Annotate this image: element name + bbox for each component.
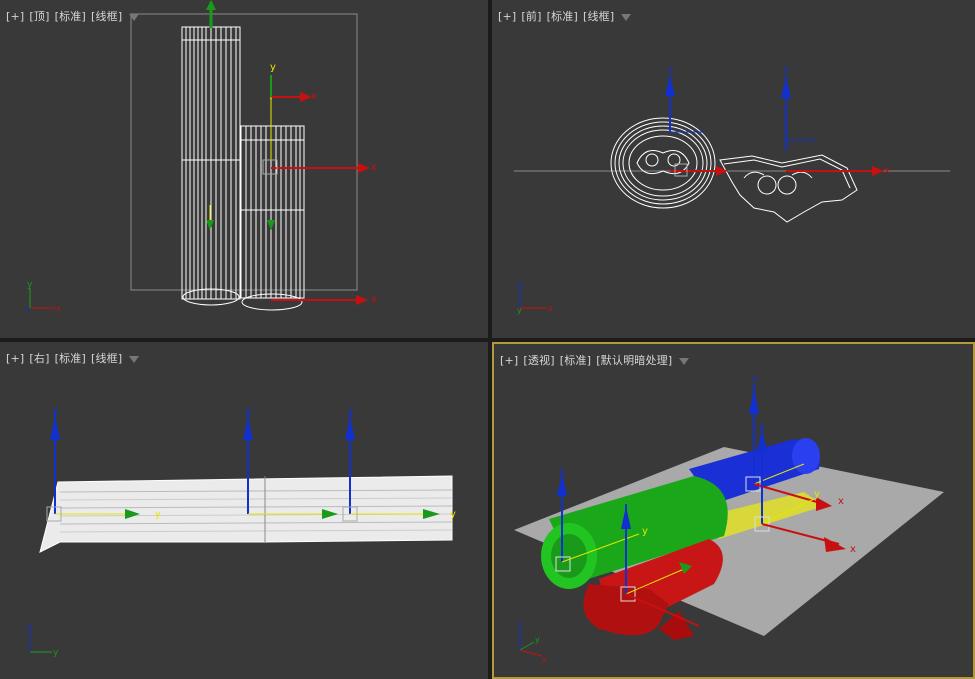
svg-text:y: y xyxy=(517,306,522,315)
viewport-label-top: [+] [顶] [标准] [线框] xyxy=(6,8,144,24)
top-scene: y x x x y z x xyxy=(25,0,377,314)
axis-tripod-front: z y x xyxy=(517,280,553,315)
svg-text:x: x xyxy=(371,162,377,173)
viewport-mode-label[interactable]: [标准] xyxy=(55,352,86,365)
filter-icon[interactable] xyxy=(679,357,690,365)
filter-icon[interactable] xyxy=(621,13,632,21)
svg-text:y: y xyxy=(450,509,456,520)
svg-text:z: z xyxy=(348,406,353,417)
short-cylinder-wire xyxy=(240,125,305,299)
viewport-shading-label[interactable]: [线框] xyxy=(91,10,122,23)
viewport-label-right: [+] [右] [标准] [线框] xyxy=(6,350,144,366)
viewport-label-perspective: [+] [透视] [标准] [默认明暗处理] xyxy=(500,352,694,368)
viewport-view-label[interactable]: [右] xyxy=(29,352,49,365)
axis-tripod-top: y z x xyxy=(25,280,61,314)
svg-text:x: x xyxy=(311,91,317,102)
svg-text:y: y xyxy=(155,509,161,520)
svg-text:x: x xyxy=(884,165,890,176)
viewport-mode-label[interactable]: [标准] xyxy=(55,10,86,23)
svg-text:x: x xyxy=(838,496,844,507)
svg-text:z: z xyxy=(246,406,251,417)
right-scene: z z z y y z y xyxy=(27,406,456,658)
viewport-menu-plus[interactable]: [+] xyxy=(498,10,516,23)
viewport-right[interactable]: z z z y y z y [+] [右] [标准] [线框] xyxy=(0,342,488,679)
svg-text:z: z xyxy=(517,621,522,631)
svg-text:x: x xyxy=(850,544,856,555)
viewport-top[interactable]: y x x x y z x [+] [顶] [标准] [线框] xyxy=(0,0,488,338)
svg-text:x: x xyxy=(548,304,553,313)
svg-text:z: z xyxy=(668,64,673,75)
svg-text:x: x xyxy=(371,294,377,305)
svg-text:x: x xyxy=(56,304,61,313)
viewport-menu-plus[interactable]: [+] xyxy=(500,354,518,367)
svg-text:y: y xyxy=(53,648,59,658)
axis-tripod-right: z y xyxy=(27,622,59,658)
viewport-shading-label[interactable]: [线框] xyxy=(583,10,614,23)
svg-text:y: y xyxy=(27,280,33,290)
viewport-view-label[interactable]: [前] xyxy=(521,10,541,23)
svg-text:z: z xyxy=(752,374,757,385)
viewport-front[interactable]: z z x z y x [+] [前] [标准] [线框] xyxy=(492,0,975,338)
perspective-scene: z x x y y z y x xyxy=(514,374,944,664)
svg-text:z: z xyxy=(25,305,29,314)
svg-text:y: y xyxy=(535,635,540,644)
filter-icon[interactable] xyxy=(129,355,140,363)
svg-text:z: z xyxy=(517,280,522,290)
viewport-label-front: [+] [前] [标准] [线框] xyxy=(498,8,636,24)
axis-tripod-perspective: z y x xyxy=(517,621,547,664)
viewport-shading-label[interactable]: [线框] xyxy=(91,352,122,365)
viewport-menu-plus[interactable]: [+] xyxy=(6,10,24,23)
svg-text:y: y xyxy=(642,526,648,537)
viewport-menu-plus[interactable]: [+] xyxy=(6,352,24,365)
viewport-mode-label[interactable]: [标准] xyxy=(560,354,591,367)
svg-text:z: z xyxy=(784,64,789,75)
svg-text:y: y xyxy=(270,62,276,73)
viewport-view-label[interactable]: [顶] xyxy=(29,10,49,23)
svg-text:z: z xyxy=(53,406,58,417)
viewport-mode-label[interactable]: [标准] xyxy=(547,10,578,23)
svg-text:z: z xyxy=(27,622,32,632)
viewport-shading-label[interactable]: [默认明暗处理] xyxy=(596,354,672,367)
tall-cylinder-wire xyxy=(181,26,241,300)
svg-text:x: x xyxy=(542,655,547,664)
svg-text:y: y xyxy=(814,489,820,500)
filter-icon[interactable] xyxy=(129,13,140,21)
viewport-view-label[interactable]: [透视] xyxy=(523,354,554,367)
viewport-perspective[interactable]: z x x y y z y x [+] [透视] [标准] [默认明暗处理] xyxy=(492,342,975,679)
front-scene: z z x z y x xyxy=(514,64,950,315)
